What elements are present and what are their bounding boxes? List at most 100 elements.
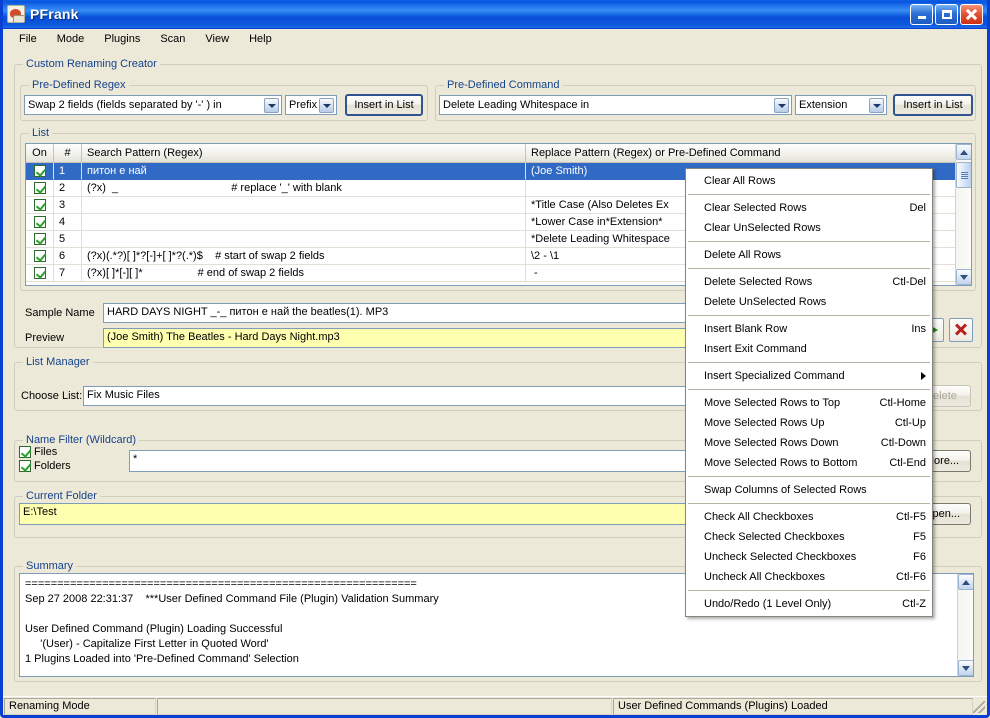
list-vertical-scrollbar[interactable] <box>955 144 971 285</box>
scroll-up-button[interactable] <box>958 574 973 590</box>
context-menu-separator <box>688 362 930 363</box>
context-menu-item-shortcut: F5 <box>913 531 926 543</box>
summary-vertical-scrollbar[interactable] <box>957 574 973 676</box>
row-search-pattern[interactable] <box>82 231 526 248</box>
context-menu-separator <box>688 315 930 316</box>
menu-help[interactable]: Help <box>239 31 282 47</box>
close-button[interactable] <box>960 3 983 25</box>
context-menu-item-label: Insert Exit Command <box>704 343 807 355</box>
context-menu-item[interactable]: Clear Selected Rows Del <box>686 198 932 218</box>
context-menu-item-label: Insert Specialized Command <box>704 370 845 382</box>
context-menu-item[interactable]: Move Selected Rows Down Ctl-Down <box>686 433 932 453</box>
row-enabled-checkbox[interactable] <box>26 231 54 248</box>
context-menu-item-shortcut: Ctl-F6 <box>896 571 926 583</box>
maximize-button[interactable] <box>935 3 958 25</box>
status-middle <box>157 697 612 715</box>
menu-view[interactable]: View <box>195 31 239 47</box>
context-menu-item[interactable]: Uncheck All Checkboxes Ctl-F6 <box>686 567 932 587</box>
menu-file[interactable]: File <box>9 31 47 47</box>
context-menu-item-label: Move Selected Rows to Bottom <box>704 457 858 469</box>
predefined-command-scope-combo[interactable]: Extension <box>795 95 887 115</box>
row-search-pattern[interactable] <box>82 197 526 214</box>
application-window: PFrank File Mode Plugins Scan View Help … <box>0 0 990 718</box>
list-context-menu[interactable]: Clear All Rows Clear Selected Rows Del Clea… <box>685 168 933 617</box>
scroll-thumb[interactable] <box>956 162 971 188</box>
row-search-pattern[interactable] <box>82 214 526 231</box>
insert-in-list-regex-label: Insert in List <box>354 99 414 111</box>
context-menu-item-label: Move Selected Rows Down <box>704 437 839 449</box>
context-menu-item[interactable]: Move Selected Rows to Bottom Ctl-End <box>686 453 932 473</box>
chevron-down-icon[interactable] <box>869 98 884 113</box>
insert-in-list-command-label: Insert in List <box>903 99 963 111</box>
context-menu-item-label: Clear All Rows <box>704 175 776 187</box>
filter-folders-checkbox[interactable]: Folders <box>19 460 71 472</box>
context-menu-item-label: Swap Columns of Selected Rows <box>704 484 867 496</box>
context-menu-item-label: Check All Checkboxes <box>704 511 814 523</box>
chevron-down-icon[interactable] <box>774 98 789 113</box>
context-menu-separator <box>688 194 930 195</box>
insert-in-list-command-button[interactable]: Insert in List <box>893 94 973 116</box>
context-menu-item[interactable]: Delete Selected Rows Ctl-Del <box>686 272 932 292</box>
chevron-down-icon[interactable] <box>264 98 279 113</box>
context-menu-item[interactable]: Move Selected Rows to Top Ctl-Home <box>686 393 932 413</box>
context-menu-item-label: Clear Selected Rows <box>704 202 807 214</box>
scroll-up-button[interactable] <box>956 144 971 160</box>
filter-files-checkbox[interactable]: Files <box>19 446 57 458</box>
red-x-icon <box>954 323 968 337</box>
column-header-number[interactable]: # <box>54 144 82 162</box>
checkbox-icon <box>33 165 46 177</box>
context-menu-item[interactable]: Clear All Rows <box>686 171 932 191</box>
column-header-search[interactable]: Search Pattern (Regex) <box>82 144 526 162</box>
row-enabled-checkbox[interactable] <box>26 265 54 282</box>
predefined-regex-combo[interactable]: Swap 2 fields (fields separated by '-' )… <box>24 95 282 115</box>
context-menu-item[interactable]: Swap Columns of Selected Rows <box>686 480 932 500</box>
context-menu-item[interactable]: Insert Exit Command <box>686 339 932 359</box>
column-header-replace[interactable]: Replace Pattern (Regex) or Pre-Defined C… <box>526 144 971 162</box>
context-menu-item[interactable]: Insert Blank Row Ins <box>686 319 932 339</box>
menu-plugins[interactable]: Plugins <box>94 31 150 47</box>
insert-in-list-regex-button[interactable]: Insert in List <box>345 94 423 116</box>
context-menu-item[interactable]: Delete All Rows <box>686 245 932 265</box>
predefined-regex-scope-combo[interactable]: Prefix <box>285 95 337 115</box>
menu-mode[interactable]: Mode <box>47 31 95 47</box>
row-search-pattern[interactable]: (?x)(.*?)[ ]*?[-]+[ ]*?(.*)$ # start of … <box>82 248 526 265</box>
row-search-pattern[interactable]: (?x)[ ]*[-][ ]* # end of swap 2 fields <box>82 265 526 282</box>
context-menu-item[interactable]: Check All Checkboxes Ctl-F5 <box>686 507 932 527</box>
predefined-command-combo[interactable]: Delete Leading Whitespace in <box>439 95 792 115</box>
row-enabled-checkbox[interactable] <box>26 197 54 214</box>
chevron-right-icon <box>921 372 926 380</box>
menu-scan[interactable]: Scan <box>150 31 195 47</box>
row-enabled-checkbox[interactable] <box>26 163 54 180</box>
preview-label: Preview <box>25 332 65 344</box>
context-menu-separator <box>688 268 930 269</box>
context-menu-item-label: Insert Blank Row <box>704 323 788 335</box>
context-menu-item[interactable]: Check Selected Checkboxes F5 <box>686 527 932 547</box>
context-menu-item[interactable]: Undo/Redo (1 Level Only) Ctl-Z <box>686 594 932 614</box>
sample-name-value: HARD DAYS NIGHT _-_ питон е най the beat… <box>107 306 389 318</box>
scroll-down-button[interactable] <box>958 660 973 676</box>
context-menu-item[interactable]: Delete UnSelected Rows <box>686 292 932 312</box>
column-header-on[interactable]: On <box>26 144 54 162</box>
context-menu-item-label: Delete UnSelected Rows <box>704 296 827 308</box>
context-menu-item[interactable]: Insert Specialized Command <box>686 366 932 386</box>
context-menu-item-shortcut: Ctl-Home <box>879 397 926 409</box>
row-enabled-checkbox[interactable] <box>26 248 54 265</box>
window-controls <box>910 3 985 25</box>
scroll-down-button[interactable] <box>956 269 971 285</box>
current-folder-value: E:\Test <box>23 506 57 518</box>
row-enabled-checkbox[interactable] <box>26 180 54 197</box>
row-search-pattern[interactable]: (?x) _ # replace '_' with blank <box>82 180 526 197</box>
context-menu-item[interactable]: Uncheck Selected Checkboxes F6 <box>686 547 932 567</box>
status-mode: Renaming Mode <box>4 697 156 715</box>
preview-value: (Joe Smith) The Beatles - Hard Days Nigh… <box>107 331 340 343</box>
context-menu-item[interactable]: Clear UnSelected Rows <box>686 218 932 238</box>
resize-gripper[interactable] <box>973 701 985 713</box>
context-menu-item-shortcut: Ctl-End <box>889 457 926 469</box>
app-icon <box>7 5 25 23</box>
row-search-pattern[interactable]: питон е най <box>82 163 526 180</box>
minimize-button[interactable] <box>910 3 933 25</box>
cancel-rename-button[interactable] <box>949 318 973 342</box>
row-enabled-checkbox[interactable] <box>26 214 54 231</box>
context-menu-item[interactable]: Move Selected Rows Up Ctl-Up <box>686 413 932 433</box>
chevron-down-icon[interactable] <box>319 98 334 113</box>
